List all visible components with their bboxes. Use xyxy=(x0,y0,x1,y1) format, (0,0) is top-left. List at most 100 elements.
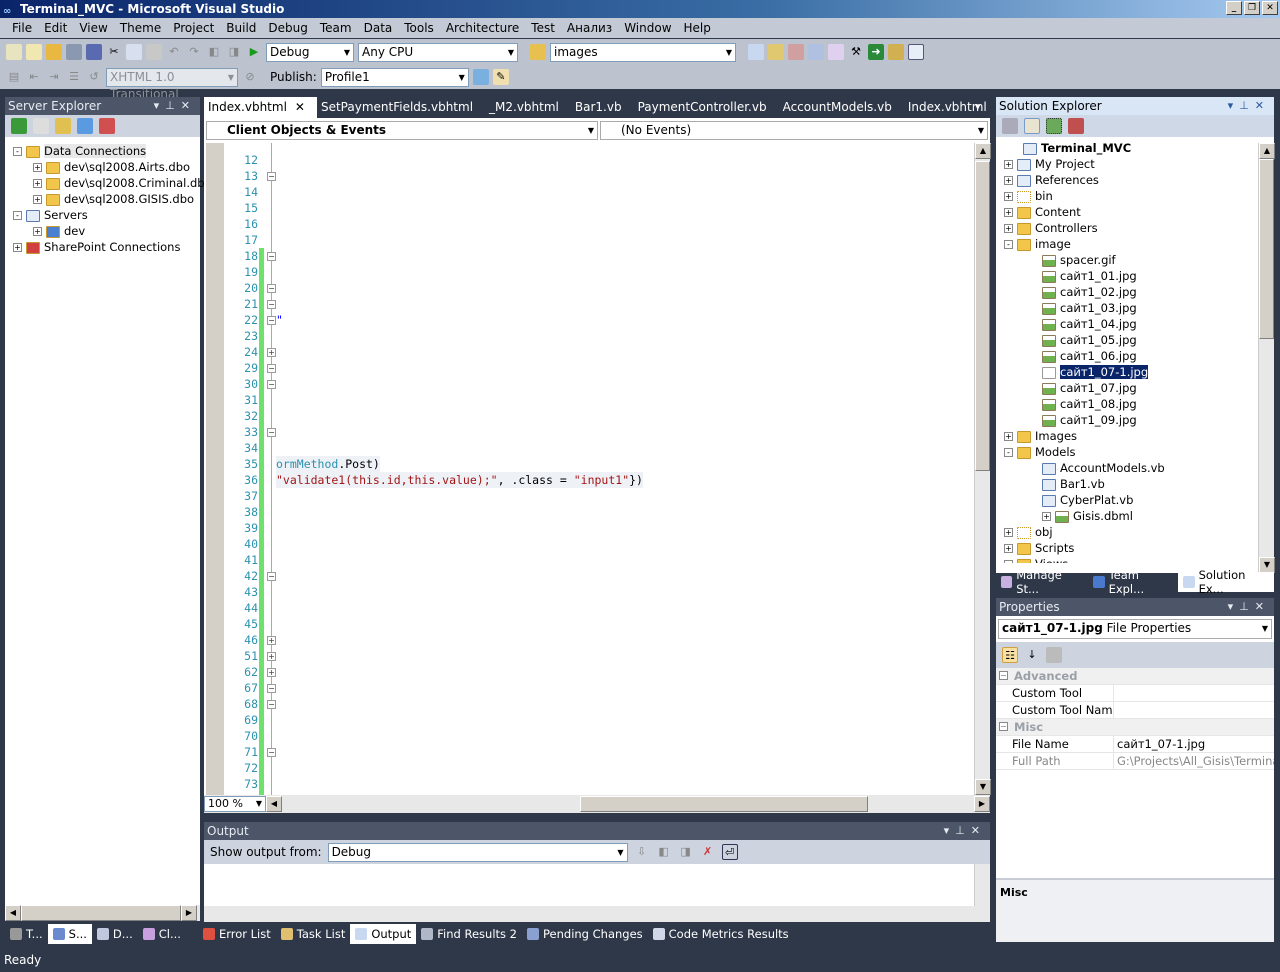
properties-icon[interactable] xyxy=(768,44,784,60)
output-hscrollbar[interactable] xyxy=(204,906,990,922)
refresh-icon[interactable] xyxy=(1046,118,1062,134)
tab-code-metrics[interactable]: Code Metrics Results xyxy=(648,924,794,944)
clear-all-icon[interactable]: ✗ xyxy=(700,844,716,860)
connect-server-icon[interactable] xyxy=(77,118,93,134)
server-explorer-hscrollbar[interactable]: ◀ ▶ xyxy=(5,905,200,921)
output-source-select[interactable]: Debug ▼ xyxy=(327,842,628,862)
tree-item[interactable]: - Models xyxy=(1004,444,1274,460)
collapse-outline-icon[interactable]: − xyxy=(267,684,276,693)
tree-item[interactable]: spacer.gif xyxy=(1004,252,1274,268)
undo-icon[interactable]: ↶ xyxy=(166,44,182,60)
tree-item[interactable]: AccountModels.vb xyxy=(1004,460,1274,476)
class-view-icon[interactable] xyxy=(808,44,824,60)
prev-message-icon[interactable]: ◧ xyxy=(656,844,672,860)
stop-refresh-icon[interactable] xyxy=(33,118,49,134)
tab-index-vbhtml[interactable]: Index.vbhtml xyxy=(904,97,999,118)
redo-icon[interactable]: ↷ xyxy=(186,44,202,60)
expand-outline-icon[interactable]: + xyxy=(267,348,276,357)
tree-item[interactable]: - Views xyxy=(1004,556,1274,563)
panel-controls[interactable]: ▾⊥✕ xyxy=(944,822,986,840)
outdent-icon[interactable]: ⇤ xyxy=(26,69,42,85)
save-icon[interactable] xyxy=(66,44,82,60)
expand-icon[interactable]: + xyxy=(1004,208,1013,217)
cut-icon[interactable]: ✂ xyxy=(106,44,122,60)
menu-edit[interactable]: Edit xyxy=(38,21,73,35)
collapse-outline-icon[interactable]: − xyxy=(267,700,276,709)
scroll-thumb[interactable] xyxy=(21,905,181,921)
property-value[interactable]: G:\Projects\All_Gisis\Terminal_M xyxy=(1114,753,1274,769)
collapse-icon[interactable]: - xyxy=(1004,240,1013,249)
collapse-icon[interactable]: − xyxy=(999,671,1008,680)
tab-task-list[interactable]: Task List xyxy=(276,924,351,944)
collapse-icon[interactable]: - xyxy=(13,211,22,220)
expand-icon[interactable]: + xyxy=(33,227,42,236)
tree-item[interactable]: + My Project xyxy=(1004,156,1274,172)
tools-icon[interactable]: ⚒ xyxy=(848,44,864,60)
properties-icon[interactable] xyxy=(1002,118,1018,134)
scroll-left-button[interactable]: ◀ xyxy=(5,905,21,921)
property-row[interactable]: Full PathG:\Projects\All_Gisis\Terminal_… xyxy=(996,753,1274,770)
menu-debug[interactable]: Debug xyxy=(262,21,313,35)
expand-outline-icon[interactable]: + xyxy=(267,668,276,677)
tab-paymentcontroller-vb[interactable]: PaymentController.vb xyxy=(634,97,779,118)
connect-sharepoint-icon[interactable] xyxy=(99,118,115,134)
expand-icon[interactable]: + xyxy=(33,195,42,204)
solution-explorer-icon[interactable] xyxy=(748,44,764,60)
expand-outline-icon[interactable]: + xyxy=(267,652,276,661)
expand-icon[interactable]: + xyxy=(33,179,42,188)
menu-team[interactable]: Team xyxy=(314,21,358,35)
menu-анализ[interactable]: Анализ xyxy=(561,21,618,35)
panel-controls[interactable]: ▾⊥✕ xyxy=(1228,598,1270,616)
collapse-outline-icon[interactable]: − xyxy=(267,572,276,581)
tree-item[interactable]: + Content xyxy=(1004,204,1274,220)
paste-icon[interactable] xyxy=(146,44,162,60)
property-row[interactable]: File Name сайт1_07-1.jpg xyxy=(996,736,1274,753)
expand-icon[interactable]: + xyxy=(1004,192,1013,201)
property-value[interactable]: сайт1_07-1.jpg xyxy=(1114,736,1274,752)
copy-icon[interactable] xyxy=(126,44,142,60)
edit-profile-icon[interactable]: ✎ xyxy=(492,69,509,85)
expand-icon[interactable]: + xyxy=(33,163,42,172)
minimize-button[interactable]: _ xyxy=(1226,1,1242,15)
doctype-select[interactable]: XHTML 1.0 Transitional ▼ xyxy=(106,67,238,101)
property-category[interactable]: − Misc xyxy=(996,719,1274,736)
navigate-back-icon[interactable]: ◧ xyxy=(206,44,222,60)
tab-class-view[interactable]: Cl... xyxy=(138,924,186,944)
close-icon[interactable]: ✕ xyxy=(295,97,305,118)
toolbox-icon[interactable] xyxy=(828,44,844,60)
tree-item[interactable]: CyberPlat.vb xyxy=(1004,492,1274,508)
tree-item[interactable]: сайт1_02.jpg xyxy=(1004,284,1274,300)
tab-server-explorer[interactable]: S... xyxy=(47,924,92,944)
tree-item[interactable]: Terminal_MVC xyxy=(1004,140,1274,156)
collapse-outline-icon[interactable]: − xyxy=(267,364,276,373)
tree-item[interactable]: + Scripts xyxy=(1004,540,1274,556)
connect-database-icon[interactable] xyxy=(55,118,71,134)
collapse-outline-icon[interactable]: − xyxy=(267,252,276,261)
platform-select[interactable]: Any CPU ▼ xyxy=(358,42,518,62)
tree-item[interactable]: + dev\sql2008.Airts.dbo xyxy=(13,159,200,175)
property-value[interactable] xyxy=(1114,685,1274,701)
property-row[interactable]: Custom Tool Namesp. xyxy=(996,702,1274,719)
navigate-forward-icon[interactable]: ◨ xyxy=(226,44,242,60)
tree-item[interactable]: Bar1.vb xyxy=(1004,476,1274,492)
find-combo[interactable]: images ▼ xyxy=(550,42,736,62)
tree-item[interactable]: + Controllers xyxy=(1004,220,1274,236)
find-in-files-icon[interactable] xyxy=(530,44,546,60)
collapse-icon[interactable]: - xyxy=(13,147,22,156)
tree-item[interactable]: + obj xyxy=(1004,524,1274,540)
expand-icon[interactable]: + xyxy=(1004,544,1013,553)
start-page-icon[interactable]: ➜ xyxy=(868,44,884,60)
word-wrap-icon[interactable]: ⏎ xyxy=(721,844,738,860)
tree-item[interactable]: сайт1_08.jpg xyxy=(1004,396,1274,412)
object-browser-icon[interactable] xyxy=(788,44,804,60)
tree-item[interactable]: сайт1_03.jpg xyxy=(1004,300,1274,316)
collapse-outline-icon[interactable]: − xyxy=(267,380,276,389)
expand-icon[interactable]: + xyxy=(1004,224,1013,233)
tree-item[interactable]: сайт1_04.jpg xyxy=(1004,316,1274,332)
tab-find-results[interactable]: Find Results 2 xyxy=(416,924,522,944)
tree-item[interactable]: сайт1_07-1.jpg xyxy=(1004,364,1274,380)
scroll-up-button[interactable]: ▲ xyxy=(975,143,991,159)
expand-icon[interactable]: + xyxy=(1004,176,1013,185)
extension-manager-icon[interactable] xyxy=(888,44,904,60)
collapse-outline-icon[interactable]: − xyxy=(267,428,276,437)
